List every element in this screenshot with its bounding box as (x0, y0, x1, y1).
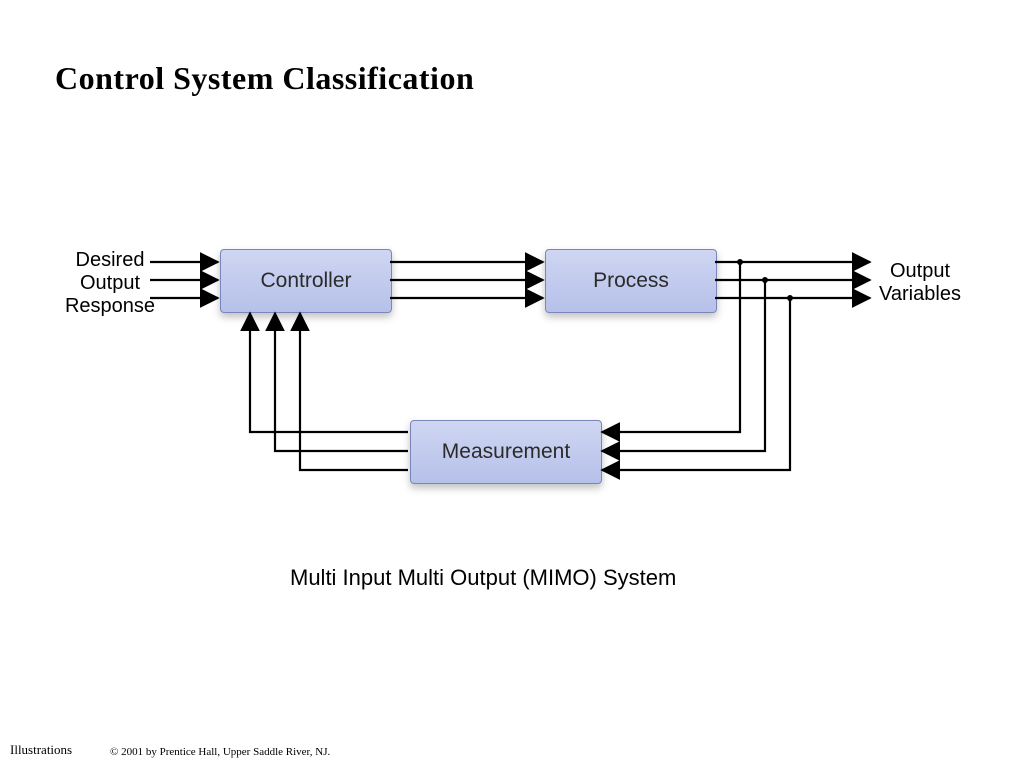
footer-copyright: © 2001 by Prentice Hall, Upper Saddle Ri… (110, 746, 330, 758)
block-controller: Controller (220, 249, 392, 313)
page-title: Control System Classification (55, 60, 474, 97)
diagram-caption: Multi Input Multi Output (MIMO) System (290, 565, 676, 591)
footer-illustrations: Illustrations (10, 742, 72, 758)
diagram-arrows (0, 0, 1024, 768)
output-label: OutputVariables (875, 260, 965, 306)
slide: Control System Classification DesiredOut… (0, 0, 1024, 768)
block-measurement: Measurement (410, 420, 602, 484)
block-process: Process (545, 249, 717, 313)
input-label: DesiredOutputResponse (60, 249, 160, 318)
